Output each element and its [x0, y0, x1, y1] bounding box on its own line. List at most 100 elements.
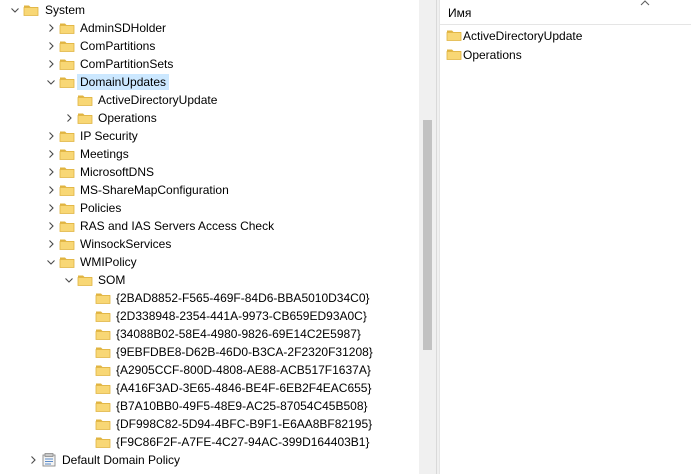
folder-icon — [95, 308, 111, 324]
tree-item[interactable]: MS-ShareMapConfiguration — [0, 181, 419, 199]
folder-icon — [59, 20, 75, 36]
folder-icon — [59, 254, 75, 270]
tree-item-label: DomainUpdates — [77, 74, 170, 90]
tree-item[interactable]: Meetings — [0, 145, 419, 163]
tree-item-label: AdminSDHolder — [80, 21, 167, 35]
tree-item[interactable]: {A416F3AD-3E65-4846-BE4F-6EB2F4EAC655} — [0, 379, 419, 397]
tree-item[interactable]: DomainUpdates — [0, 73, 419, 91]
tree-item-label: {A416F3AD-3E65-4846-BE4F-6EB2F4EAC655} — [116, 381, 372, 395]
tree-item[interactable]: WinsockServices — [0, 235, 419, 253]
chevron-right-icon[interactable] — [45, 165, 57, 179]
tree-scrollbar[interactable] — [419, 0, 436, 474]
policy-container-icon — [41, 452, 57, 468]
tree-item-label: {34088B02-58E4-4980-9826-69E14C2E5987} — [116, 327, 361, 341]
tree-item[interactable]: Policies — [0, 199, 419, 217]
tree-item-label: Operations — [98, 111, 157, 125]
folder-icon — [77, 272, 93, 288]
folder-icon — [59, 218, 75, 234]
folder-icon — [59, 56, 75, 72]
tree-item-label: MS-ShareMapConfiguration — [80, 183, 229, 197]
folder-icon — [77, 92, 93, 108]
folder-icon — [77, 110, 93, 126]
tree-item[interactable]: {2BAD8852-F565-469F-84D6-BBA5010D34C0} — [0, 289, 419, 307]
tree-item[interactable]: {9EBFDBE8-D62B-46D0-B3CA-2F2320F31208} — [0, 343, 419, 361]
tree-item[interactable]: WMIPolicy — [0, 253, 419, 271]
tree-item[interactable]: {2D338948-2354-441A-9973-CB659ED93A0C} — [0, 307, 419, 325]
folder-icon — [95, 290, 111, 306]
tree-item[interactable]: ComPartitions — [0, 37, 419, 55]
folder-icon — [59, 128, 75, 144]
tree-item-label: {B7A10BB0-49F5-48E9-AC25-87054C45B508} — [116, 399, 368, 413]
tree-item-label: Policies — [80, 201, 122, 215]
folder-icon — [446, 27, 462, 43]
chevron-right-icon[interactable] — [45, 201, 57, 215]
list-item[interactable]: ActiveDirectoryUpdate — [440, 26, 691, 45]
chevron-right-icon[interactable] — [45, 147, 57, 161]
tree-item[interactable]: {B7A10BB0-49F5-48E9-AC25-87054C45B508} — [0, 397, 419, 415]
tree-item-label: Default Domain Policy — [62, 453, 181, 467]
folder-icon — [95, 380, 111, 396]
folder-icon — [95, 434, 111, 450]
chevron-down-icon[interactable] — [63, 273, 75, 287]
tree-item-label: WMIPolicy — [80, 255, 137, 269]
folder-icon — [59, 74, 75, 90]
folder-icon — [95, 416, 111, 432]
list-pane: Имя ActiveDirectoryUpdate Operations — [440, 0, 691, 474]
tree-item-label: RAS and IAS Servers Access Check — [80, 219, 275, 233]
chevron-right-icon[interactable] — [45, 57, 57, 71]
tree-item[interactable]: Default Domain Policy — [0, 451, 419, 469]
list-item-label: ActiveDirectoryUpdate — [463, 29, 583, 43]
chevron-right-icon[interactable] — [63, 111, 75, 125]
chevron-right-icon[interactable] — [27, 453, 39, 467]
tree-item-label: {2D338948-2354-441A-9973-CB659ED93A0C} — [116, 309, 367, 323]
sort-ascending-icon — [640, 0, 650, 6]
folder-icon — [95, 344, 111, 360]
tree-pane: System AdminSDHolder ComPartitions ComPa… — [0, 0, 419, 474]
tree-item-label: {2BAD8852-F565-469F-84D6-BBA5010D34C0} — [116, 291, 370, 305]
tree-item[interactable]: {34088B02-58E4-4980-9826-69E14C2E5987} — [0, 325, 419, 343]
chevron-right-icon[interactable] — [45, 129, 57, 143]
chevron-right-icon[interactable] — [45, 219, 57, 233]
tree-item[interactable]: IP Security — [0, 127, 419, 145]
chevron-down-icon[interactable] — [9, 3, 21, 17]
folder-icon — [446, 46, 462, 62]
tree-scrollbar-thumb[interactable] — [423, 120, 432, 350]
tree-item[interactable]: MicrosoftDNS — [0, 163, 419, 181]
chevron-right-icon[interactable] — [45, 39, 57, 53]
tree-item-label: SOM — [98, 273, 126, 287]
tree-item[interactable]: Operations — [0, 109, 419, 127]
chevron-right-icon[interactable] — [45, 237, 57, 251]
tree-item-label: {9EBFDBE8-D62B-46D0-B3CA-2F2320F31208} — [116, 345, 373, 359]
tree-item[interactable]: AdminSDHolder — [0, 19, 419, 37]
folder-icon — [23, 2, 39, 18]
list-item-label: Operations — [463, 48, 522, 62]
list-item[interactable]: Operations — [440, 45, 691, 64]
tree-item[interactable]: ActiveDirectoryUpdate — [0, 91, 419, 109]
tree-item[interactable]: {DF998C82-5D94-4BFC-B9F1-E6AA8BF82195} — [0, 415, 419, 433]
tree-item-label: System — [45, 3, 86, 17]
chevron-down-icon[interactable] — [45, 255, 57, 269]
tree-item-label: IP Security — [80, 129, 138, 143]
folder-icon — [59, 164, 75, 180]
folder-icon — [95, 398, 111, 414]
tree-item-label: ComPartitions — [80, 39, 156, 53]
tree-item[interactable]: {A2905CCF-800D-4808-AE88-ACB517F1637A} — [0, 361, 419, 379]
tree-item-label: WinsockServices — [80, 237, 172, 251]
tree-item[interactable]: System — [0, 1, 419, 19]
folder-icon — [95, 362, 111, 378]
folder-icon — [59, 200, 75, 216]
tree-item[interactable]: ComPartitionSets — [0, 55, 419, 73]
column-header-name[interactable]: Имя — [440, 0, 691, 25]
folder-icon — [95, 326, 111, 342]
tree-item[interactable]: RAS and IAS Servers Access Check — [0, 217, 419, 235]
folder-icon — [59, 38, 75, 54]
list-view: ActiveDirectoryUpdate Operations — [440, 26, 691, 64]
chevron-down-icon[interactable] — [45, 75, 57, 89]
tree-item[interactable]: {F9C86F2F-A7FE-4C27-94AC-399D164403B1} — [0, 433, 419, 451]
chevron-right-icon[interactable] — [45, 21, 57, 35]
tree-item-label: Meetings — [80, 147, 129, 161]
tree-item-label: ActiveDirectoryUpdate — [98, 93, 218, 107]
tree-item[interactable]: SOM — [0, 271, 419, 289]
tree-item-label: MicrosoftDNS — [80, 165, 155, 179]
chevron-right-icon[interactable] — [45, 183, 57, 197]
